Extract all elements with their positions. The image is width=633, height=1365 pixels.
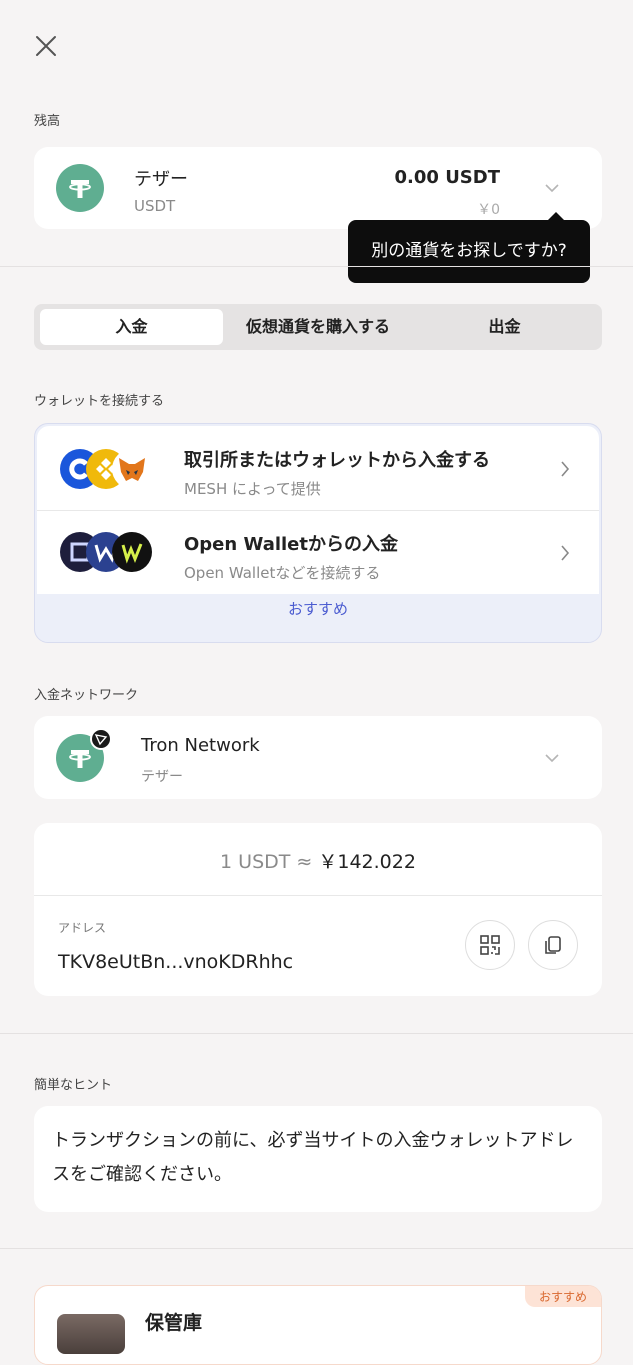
copy-icon — [545, 936, 561, 954]
chevron-right-icon — [561, 545, 570, 561]
network-name: Tron Network — [141, 735, 260, 756]
wallet-icon — [112, 532, 152, 572]
connect-wallet-label: ウォレットを接続する — [34, 394, 165, 409]
vault-image — [57, 1314, 125, 1354]
close-icon — [36, 36, 56, 56]
hint-text: トランザクションの前に、必ず当サイトの入金ウォレットアドレスをご確認ください。 — [52, 1130, 574, 1185]
balance-section-label: 残高 — [34, 114, 61, 129]
exchange-rate: 1 USDT ≈ ￥142.022 — [34, 847, 602, 874]
address-value: TKV8eUtBn...vnoKDRhhc — [58, 951, 294, 973]
currency-selector[interactable]: テザー USDT 0.00 USDT ￥0 — [34, 147, 602, 229]
currency-tooltip: 別の通貨をお探しですか? — [348, 212, 590, 283]
tab-deposit[interactable]: 入金 — [40, 309, 223, 345]
divider — [0, 1033, 633, 1034]
exchange-option-title: 取引所またはウォレットから入金する — [184, 450, 490, 471]
copy-button[interactable] — [528, 920, 578, 970]
rate-left: 1 USDT ≈ — [220, 851, 313, 873]
tab-bar: 入金 仮想通貨を購入する 出金 — [34, 304, 602, 350]
chevron-right-icon — [561, 461, 570, 477]
vault-card[interactable]: 保管庫 おすすめ — [34, 1285, 602, 1365]
rate-right: ￥142.022 — [318, 851, 416, 873]
vault-title: 保管庫 — [145, 1312, 203, 1334]
exchange-logos — [59, 448, 155, 490]
divider — [34, 895, 602, 896]
connect-wallet-card: 取引所またはウォレットから入金する MESH によって提供 Open Walle… — [34, 423, 602, 643]
recommended-label: おすすめ — [287, 600, 348, 618]
deposit-network-label: 入金ネットワーク — [34, 688, 139, 703]
qr-code-icon — [480, 935, 500, 955]
address-card: 1 USDT ≈ ￥142.022 アドレス TKV8eUtBn...vnoKD… — [34, 823, 602, 996]
exchange-wallet-option[interactable]: 取引所またはウォレットから入金する MESH によって提供 — [37, 426, 599, 510]
tab-buy-crypto[interactable]: 仮想通貨を購入する — [225, 309, 411, 345]
hint-card: トランザクションの前に、必ず当サイトの入金ウォレットアドレスをご確認ください。 — [34, 1106, 602, 1212]
metamask-icon — [112, 449, 152, 489]
balance-fiat: ￥0 — [477, 202, 500, 218]
open-wallet-option[interactable]: Open Walletからの入金 Open Walletなどを接続する — [37, 511, 599, 594]
exchange-option-subtitle: MESH によって提供 — [184, 480, 321, 498]
currency-code: USDT — [134, 197, 176, 215]
divider — [0, 266, 633, 267]
qr-code-button[interactable] — [465, 920, 515, 970]
recommended-badge: おすすめ — [524, 1286, 601, 1307]
network-selector[interactable]: Tron Network テザー — [34, 716, 602, 799]
network-currency: テザー — [141, 769, 183, 785]
close-button[interactable] — [30, 30, 62, 62]
currency-name: テザー — [134, 169, 188, 190]
divider — [0, 1248, 633, 1249]
address-label: アドレス — [58, 921, 107, 935]
tron-badge-icon — [90, 728, 112, 750]
open-wallet-logos — [59, 531, 155, 573]
open-wallet-option-subtitle: Open Walletなどを接続する — [184, 564, 381, 582]
hint-section-label: 簡単なヒント — [34, 1078, 113, 1093]
balance-amount: 0.00 USDT — [394, 167, 500, 188]
chevron-down-icon — [545, 184, 559, 193]
tab-withdraw[interactable]: 出金 — [413, 309, 596, 345]
open-wallet-option-title: Open Walletからの入金 — [184, 534, 398, 555]
tooltip-text: 別の通貨をお探しですか? — [371, 241, 567, 261]
chevron-down-icon — [545, 754, 559, 763]
tether-icon — [56, 164, 104, 212]
